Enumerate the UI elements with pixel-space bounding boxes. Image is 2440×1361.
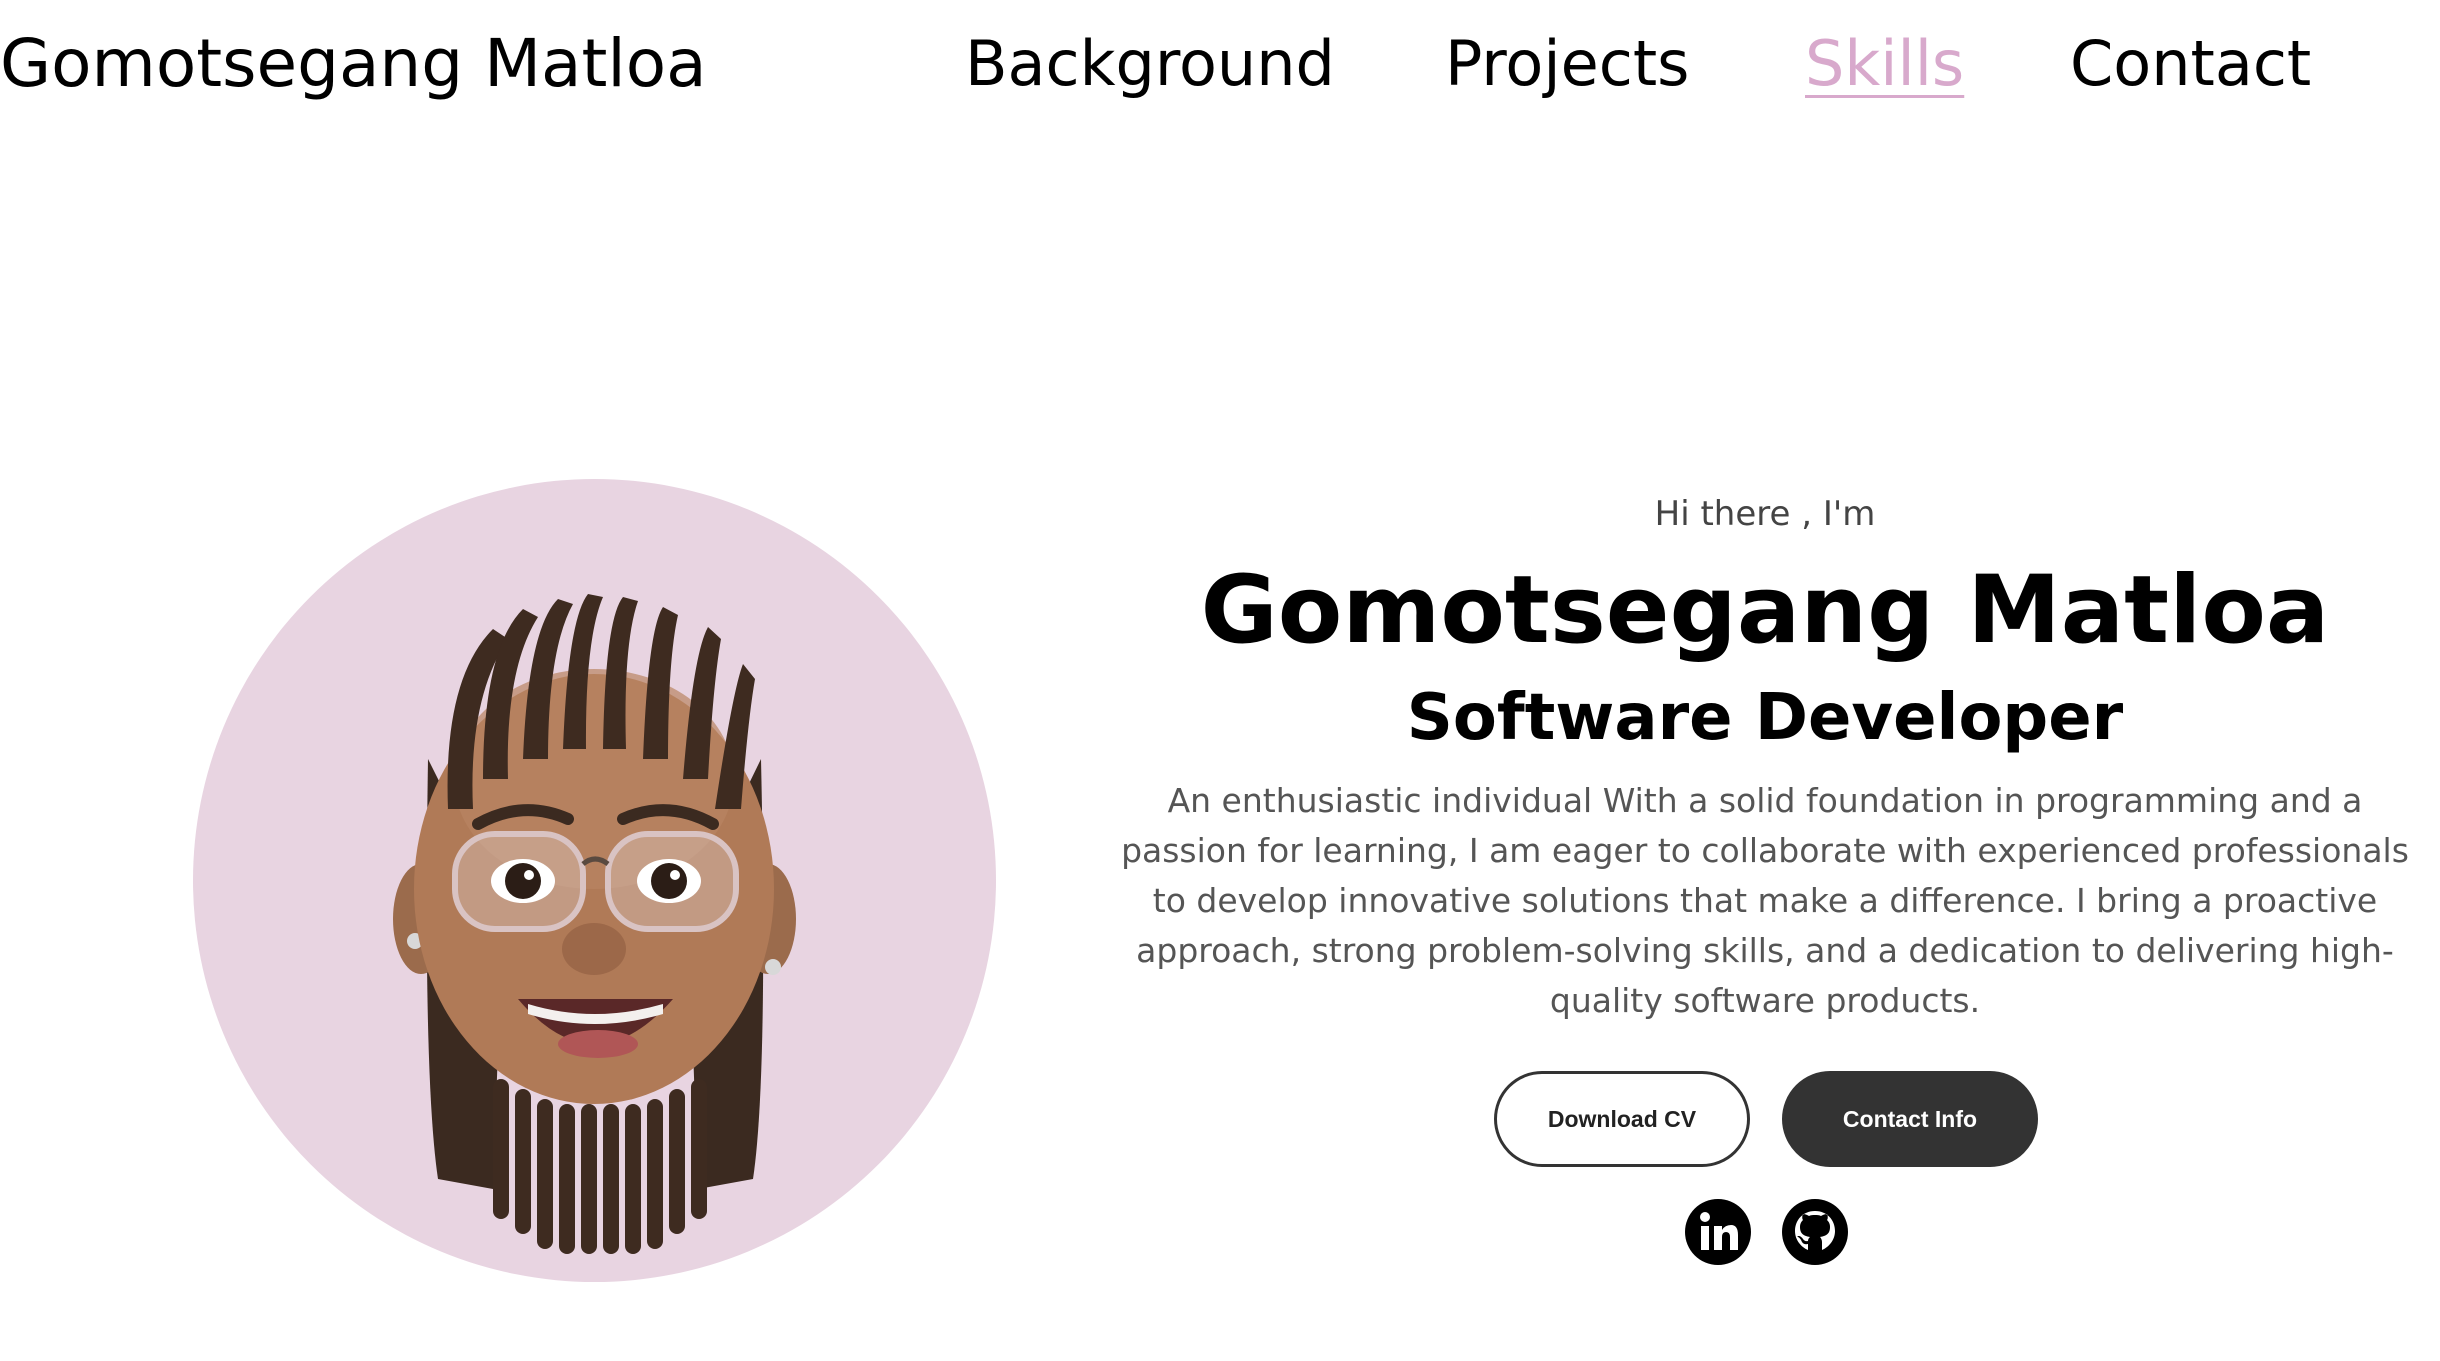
github-icon[interactable] — [1782, 1199, 1848, 1265]
download-cv-button[interactable]: Download CV — [1494, 1071, 1750, 1167]
nav-link-projects[interactable]: Projects — [1445, 22, 1689, 106]
memoji-avatar-icon — [393, 594, 796, 1254]
main-nav: Background Projects Skills Contact — [900, 22, 2320, 106]
nav-link-skills[interactable]: Skills — [1805, 22, 1964, 106]
contact-info-button[interactable]: Contact Info — [1782, 1071, 2038, 1167]
role-heading: Software Developer — [1406, 681, 2124, 755]
nav-link-background[interactable]: Background — [965, 22, 1335, 106]
name-heading: Gomotsegang Matloa — [1200, 556, 2330, 665]
nav-link-contact[interactable]: Contact — [2070, 22, 2311, 106]
site-logo[interactable]: Gomotsegang Matloa — [0, 22, 707, 106]
linkedin-icon[interactable] — [1685, 1199, 1751, 1265]
cta-buttons: Download CV Contact Info — [1494, 1071, 2044, 1167]
greeting-text: Hi there , I'm — [1654, 494, 1876, 534]
profile-picture — [193, 479, 996, 1282]
intro-section: Hi there , I'm Gomotsegang Matloa Softwa… — [1100, 490, 2430, 1026]
bio-text: An enthusiastic individual With a solid … — [1121, 781, 2409, 1020]
